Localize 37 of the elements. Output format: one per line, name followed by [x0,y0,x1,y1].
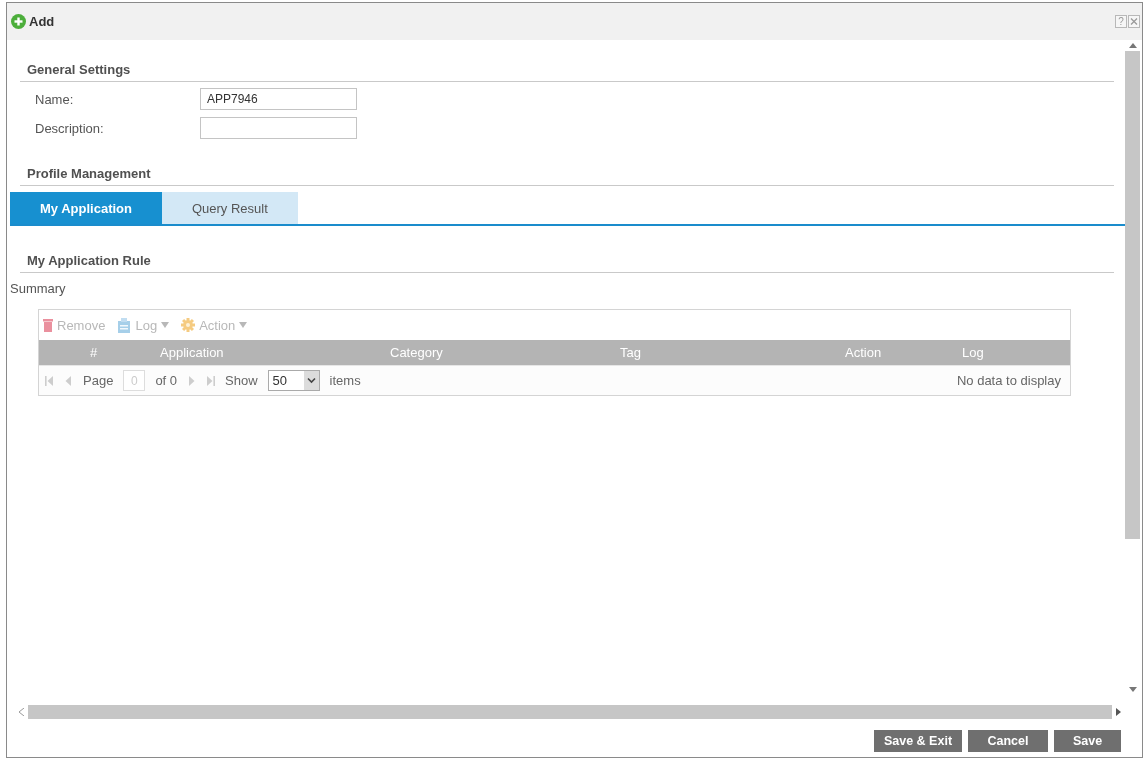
field-label: Name: [35,92,74,107]
empty-table-message: No data to display [956,373,1061,388]
subsection-label: Summary [10,281,66,297]
close-icon[interactable] [1128,15,1140,28]
plus-circle-icon [11,14,26,29]
scroll-right-arrow-icon[interactable] [1116,708,1121,716]
tab[interactable]: My Application [10,192,162,224]
help-button[interactable]: ? [1115,15,1127,28]
column-header: # [89,345,99,360]
text-field[interactable] [200,117,357,139]
window-title: Add [29,14,55,29]
section-heading: My Application Rule [27,253,151,268]
column-header: Category [389,345,444,360]
field-label: Description: [35,121,104,136]
document-icon [117,317,132,333]
gear-icon [181,318,196,332]
column-header: Tag [619,345,642,360]
caret-icon [303,371,319,390]
section-heading: Profile Management [27,166,151,181]
section-heading: General Settings [27,62,131,77]
text-field[interactable]: APP7946 [200,88,357,110]
footer-button[interactable]: Cancel [968,730,1048,752]
pager-label: items [329,373,361,388]
tab[interactable]: Query Result [161,192,298,224]
page-count: of 0 [155,373,178,388]
footer-button[interactable]: Save [1054,730,1121,752]
footer-button[interactable]: Save & Exit [874,730,962,752]
column-header: Log [961,345,985,360]
pager-label: Page [83,373,114,388]
scrollbar-thumb[interactable] [28,705,1112,719]
column-header: Application [159,345,225,360]
trash-icon [43,318,53,332]
scroll-up-arrow-icon[interactable] [1128,43,1137,48]
column-header: Action [844,345,883,360]
scrollbar-thumb[interactable] [1125,51,1140,539]
scroll-down-arrow-icon[interactable] [1128,687,1137,692]
pager-label: Show [225,373,258,388]
